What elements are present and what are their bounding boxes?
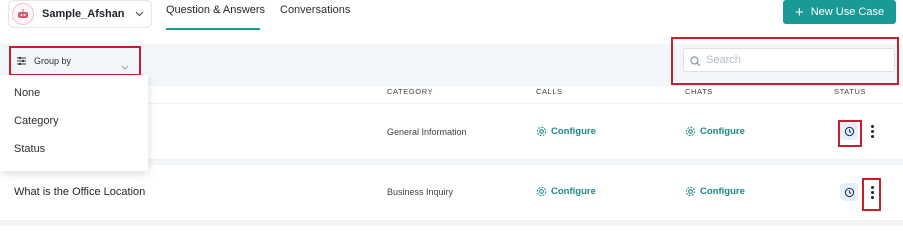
- plus-icon: +: [794, 3, 804, 21]
- more-options-highlight: [862, 178, 881, 211]
- gear-icon: [685, 186, 696, 197]
- column-status: STATUS: [834, 87, 867, 96]
- active-tab-indicator: [166, 28, 260, 30]
- tab-conversations[interactable]: Conversations: [280, 4, 350, 16]
- calls-configure-link[interactable]: Configure: [536, 186, 596, 197]
- question-text: What is the Office Location: [14, 186, 146, 198]
- status-highlight: [838, 120, 862, 147]
- app-selector[interactable]: Sample_Afshan: [8, 0, 152, 28]
- gear-icon: [536, 126, 547, 137]
- clock-icon[interactable]: [840, 183, 858, 201]
- app-logo-icon: [12, 3, 34, 25]
- calls-configure-label: Configure: [551, 186, 596, 197]
- calls-configure-link[interactable]: Configure: [536, 126, 596, 137]
- group-by-dropdown[interactable]: Group by: [9, 46, 141, 76]
- menu-item-none[interactable]: None: [14, 87, 40, 99]
- row-separator: [0, 221, 903, 226]
- app-name: Sample_Afshan: [42, 8, 125, 20]
- top-bar: Sample_Afshan Question & Answers Convers…: [0, 0, 903, 40]
- chats-configure-label: Configure: [700, 186, 745, 197]
- column-chats: CHATS: [685, 87, 713, 96]
- tab-question-answers[interactable]: Question & Answers: [166, 4, 265, 16]
- new-use-case-label: New Use Case: [810, 6, 885, 18]
- kebab-icon[interactable]: [867, 122, 877, 140]
- new-use-case-button[interactable]: + New Use Case: [783, 0, 896, 24]
- column-calls: CALLS: [536, 87, 563, 96]
- category-text: General Information: [387, 127, 467, 137]
- table-row[interactable]: What is the Office Location Business Inq…: [0, 165, 903, 221]
- group-by-menu: None Category Status: [0, 75, 148, 171]
- filter-icon: [17, 57, 26, 65]
- search-input[interactable]: [683, 48, 895, 72]
- chevron-down-icon: [135, 11, 144, 17]
- chats-configure-link[interactable]: Configure: [685, 126, 745, 137]
- group-by-label: Group by: [34, 56, 72, 66]
- menu-item-status[interactable]: Status: [14, 143, 45, 155]
- calls-configure-label: Configure: [551, 126, 596, 137]
- column-category: CATEGORY: [387, 87, 434, 96]
- chevron-down-icon: [121, 57, 129, 75]
- search-icon: [690, 54, 701, 72]
- gear-icon: [536, 186, 547, 197]
- menu-item-category[interactable]: Category: [14, 115, 59, 127]
- chats-configure-link[interactable]: Configure: [685, 186, 745, 197]
- category-text: Business Inquiry: [387, 187, 454, 197]
- gear-icon: [685, 126, 696, 137]
- chats-configure-label: Configure: [700, 126, 745, 137]
